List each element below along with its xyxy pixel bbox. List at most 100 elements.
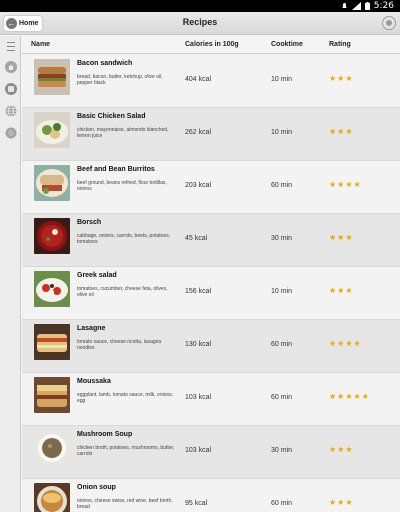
- recipe-thumbnail: [34, 324, 70, 360]
- recipe-name: Beef and Bean Burritos: [77, 166, 155, 173]
- table-header: Name Calories in 100g Cooktime Rating: [22, 36, 400, 54]
- recipe-row[interactable]: Moussaka eggplant, lamb, tomato sauce, m…: [22, 373, 400, 426]
- star-icon: ★: [337, 74, 345, 83]
- star-icon: ★: [345, 286, 353, 295]
- recipe-ingredients: chicken, mayonnaise, almonds blanched, l…: [77, 127, 169, 139]
- recipe-cooktime: 10 min: [271, 129, 293, 136]
- recipe-ingredients: tomatoes, cucumber, cheese feta, olives,…: [77, 286, 168, 298]
- star-icon: ★: [345, 498, 353, 507]
- globe-icon[interactable]: [4, 104, 17, 117]
- star-icon: ★: [345, 339, 353, 348]
- rating-stars: ★ ★ ★: [329, 127, 353, 136]
- status-time: 5:26: [373, 1, 394, 11]
- star-icon: ★: [329, 233, 337, 242]
- status-icons: 5:26: [341, 0, 394, 12]
- rating-stars: ★ ★ ★: [329, 445, 353, 454]
- star-icon: ★: [345, 127, 353, 136]
- recipe-row[interactable]: Greek salad tomatoes, cucumber, cheese f…: [22, 267, 400, 320]
- recipe-cooktime: 60 min: [271, 394, 293, 401]
- recipe-row[interactable]: Beef and Bean Burritos beef ground, bean…: [22, 161, 400, 214]
- recipe-name: Borsch: [77, 219, 102, 226]
- menu-icon[interactable]: [4, 40, 17, 53]
- star-icon: ★: [329, 498, 337, 507]
- rating-stars: ★ ★ ★ ★: [329, 339, 361, 348]
- recipe-thumbnail: [34, 59, 70, 95]
- recipe-thumbnail: [34, 430, 70, 466]
- recipe-name: Moussaka: [77, 378, 111, 385]
- recipe-ingredients: beef ground, beans refried, flour tortil…: [77, 180, 167, 192]
- recipe-name: Greek salad: [77, 272, 117, 279]
- star-icon: ★: [329, 127, 337, 136]
- recipe-calories: 103 kcal: [185, 447, 212, 454]
- star-icon: ★: [353, 180, 361, 189]
- recipe-row[interactable]: Basic Chicken Salad chicken, mayonnaise,…: [22, 108, 400, 161]
- star-icon: ★: [361, 392, 369, 401]
- recipe-cooktime: 10 min: [271, 76, 293, 83]
- recipe-calories: 103 kcal: [185, 394, 212, 401]
- status-bar: 5:26: [0, 0, 400, 12]
- recipe-name: Mushroom Soup: [77, 431, 133, 438]
- recipe-calories: 130 kcal: [185, 341, 212, 348]
- recipe-cooktime: 60 min: [271, 341, 293, 348]
- recipe-calories: 156 kcal: [185, 288, 212, 295]
- star-icon: ★: [345, 445, 353, 454]
- recipe-cooktime: 30 min: [271, 447, 293, 454]
- star-icon: ★: [345, 233, 353, 242]
- recipe-calories: 45 kcal: [185, 235, 208, 242]
- recipe-thumbnail: [34, 483, 70, 512]
- recipe-thumbnail: [34, 165, 70, 201]
- recipe-calories: 404 kcal: [185, 76, 212, 83]
- recipe-cooktime: 10 min: [271, 288, 293, 295]
- recipe-calories: 95 kcal: [185, 500, 208, 507]
- star-icon: ★: [337, 180, 345, 189]
- recipe-ingredients: tomato sauce, cheese ricotta, lasagna no…: [77, 339, 162, 351]
- recipe-cooktime: 60 min: [271, 182, 293, 189]
- settings-button[interactable]: [382, 16, 396, 30]
- column-header-rating[interactable]: Rating: [329, 41, 351, 48]
- star-icon: ★: [329, 180, 337, 189]
- recipe-ingredients: onions, cheese swiss, red wine, beef bro…: [77, 498, 173, 510]
- recipe-thumbnail: [34, 218, 70, 254]
- rating-stars: ★ ★ ★: [329, 286, 353, 295]
- recipe-calories: 203 kcal: [185, 182, 212, 189]
- recipe-thumbnail: [34, 271, 70, 307]
- recipe-ingredients: chicken broth, potatoes, mushrooms, butt…: [77, 445, 175, 457]
- rating-stars: ★ ★ ★: [329, 498, 353, 507]
- star-icon: ★: [337, 498, 345, 507]
- recipe-row[interactable]: Bacon sandwich bread, bacon, butter, ket…: [22, 55, 400, 108]
- recipe-cooktime: 30 min: [271, 235, 293, 242]
- recipe-row[interactable]: Onion soup onions, cheese swiss, red win…: [22, 479, 400, 512]
- recipe-name: Lasagne: [77, 325, 106, 332]
- recipe-thumbnail: [34, 112, 70, 148]
- star-icon: ★: [329, 339, 337, 348]
- star-icon: ★: [337, 233, 345, 242]
- recipe-ingredients: bread, bacon, butter, ketchup, olive oil…: [77, 74, 163, 86]
- star-icon: ★: [345, 180, 353, 189]
- rating-stars: ★ ★ ★: [329, 74, 353, 83]
- star-icon: ★: [329, 286, 337, 295]
- recipe-ingredients: cabbage, onions, carrots, beets, potatoe…: [77, 233, 171, 245]
- star-icon: ★: [345, 74, 353, 83]
- recipe-name: Bacon sandwich: [77, 60, 133, 67]
- rating-stars: ★ ★ ★ ★ ★: [329, 392, 369, 401]
- home-icon[interactable]: [4, 60, 17, 73]
- column-header-calories[interactable]: Calories in 100g: [185, 41, 239, 48]
- star-icon: ★: [329, 392, 337, 401]
- recipe-row[interactable]: Lasagne tomato sauce, cheese ricotta, la…: [22, 320, 400, 373]
- recipes-icon[interactable]: [4, 82, 17, 95]
- recipe-row[interactable]: Mushroom Soup chicken broth, potatoes, m…: [22, 426, 400, 479]
- circle-icon[interactable]: [4, 126, 17, 139]
- settings-icon: [386, 20, 392, 26]
- recipe-cooktime: 60 min: [271, 500, 293, 507]
- rating-stars: ★ ★ ★: [329, 233, 353, 242]
- column-header-name[interactable]: Name: [31, 41, 50, 48]
- recipe-list: Bacon sandwich bread, bacon, butter, ket…: [22, 55, 400, 512]
- star-icon: ★: [337, 286, 345, 295]
- star-icon: ★: [337, 445, 345, 454]
- recipe-name: Basic Chicken Salad: [77, 113, 146, 120]
- star-icon: ★: [353, 392, 361, 401]
- star-icon: ★: [329, 74, 337, 83]
- recipe-row[interactable]: Borsch cabbage, onions, carrots, beets, …: [22, 214, 400, 267]
- column-header-cooktime[interactable]: Cooktime: [271, 41, 303, 48]
- sidebar: [0, 36, 21, 512]
